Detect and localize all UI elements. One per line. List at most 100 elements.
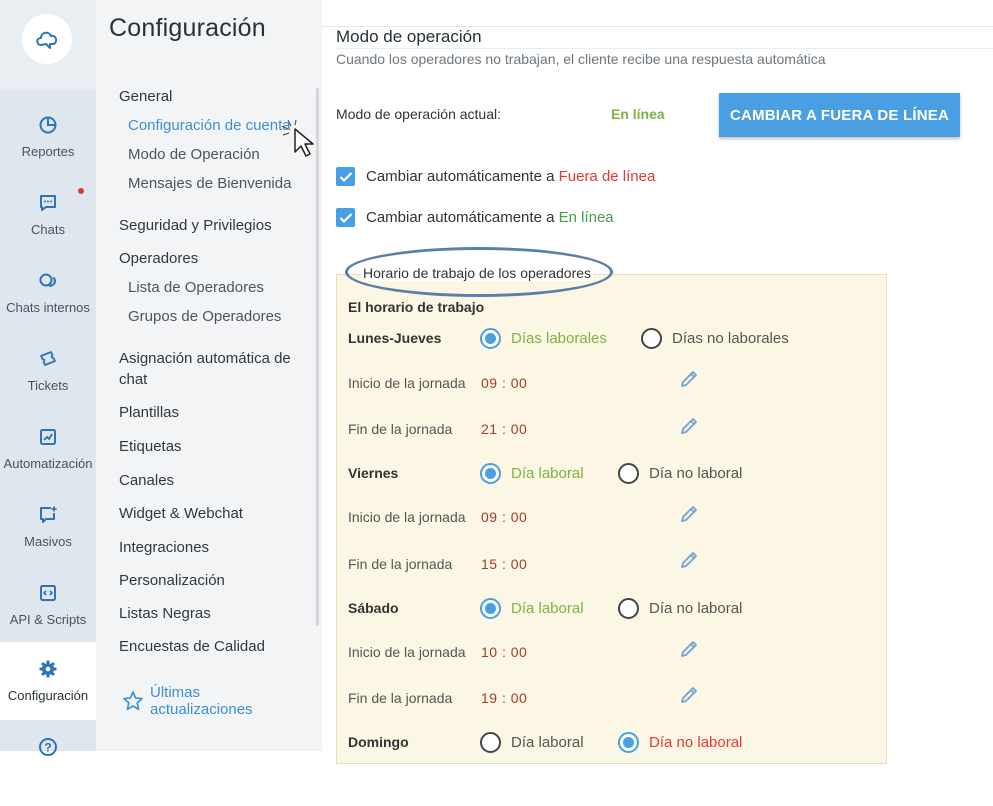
menu-item-widget-webchat[interactable]: Widget & Webchat bbox=[119, 505, 243, 522]
current-mode-value: En línea bbox=[611, 106, 665, 122]
cloud-logo-icon[interactable] bbox=[22, 14, 72, 64]
day-lunes-jueves: Lunes-Jueves bbox=[348, 330, 442, 346]
settings-menu: Configuración General Configuración de c… bbox=[96, 0, 322, 751]
nav-label: Chats internos bbox=[6, 300, 90, 315]
current-mode-label: Modo de operación actual: bbox=[336, 106, 501, 122]
main-content: Modo de operación Cuando los operadores … bbox=[322, 0, 993, 764]
radio-viernes-laboral[interactable]: Día laboral bbox=[480, 463, 584, 484]
radio-domingo-laboral[interactable]: Día laboral bbox=[480, 732, 584, 753]
help-icon: ? bbox=[38, 734, 58, 760]
radio-viernes-no-laboral[interactable]: Día no laboral bbox=[618, 463, 742, 484]
highlight-ellipse bbox=[345, 247, 613, 297]
broadcast-icon bbox=[38, 502, 58, 528]
app-nav-rail: Reportes Chats Chats internos Tickets Au… bbox=[0, 0, 96, 756]
radio-lunes-jueves-no-laboral[interactable]: Días no laborales bbox=[641, 328, 789, 349]
menu-item-personalizacion[interactable]: Personalización bbox=[119, 572, 225, 589]
edit-pencil-icon[interactable] bbox=[678, 415, 700, 437]
nav-tickets[interactable]: Tickets bbox=[0, 340, 96, 418]
start-time: 09 : 00 bbox=[481, 509, 528, 525]
start-time: 10 : 00 bbox=[481, 644, 528, 660]
menu-scrollbar[interactable] bbox=[316, 88, 319, 626]
nav-label: Tickets bbox=[27, 378, 69, 393]
chat-bubble-icon bbox=[38, 190, 58, 216]
menu-item-canales[interactable]: Canales bbox=[119, 472, 174, 489]
menu-group-operadores[interactable]: Operadores bbox=[119, 250, 198, 267]
schedule-title: El horario de trabajo bbox=[348, 299, 485, 315]
updates-link[interactable]: Últimas actualizaciones bbox=[122, 684, 270, 718]
menu-item-plantillas[interactable]: Plantillas bbox=[119, 404, 179, 421]
nav-label: Chats bbox=[31, 222, 65, 237]
menu-item-mensajes-de-bienvenida[interactable]: Mensajes de Bienvenida bbox=[128, 175, 291, 192]
nav-label: Reportes bbox=[21, 144, 75, 159]
star-icon bbox=[122, 690, 144, 717]
end-label: Fin de la jornada bbox=[348, 556, 453, 572]
day-domingo: Domingo bbox=[348, 734, 409, 750]
start-label: Inicio de la jornada bbox=[348, 644, 466, 660]
nav-label: Configuración bbox=[7, 688, 89, 703]
nav-label: Masivos bbox=[24, 534, 72, 549]
svg-text:?: ? bbox=[44, 741, 51, 755]
end-time: 15 : 00 bbox=[481, 556, 528, 572]
auto-offline-checkbox-row[interactable]: Cambiar automáticamente a Fuera de línea bbox=[336, 167, 655, 186]
radio-sabado-no-laboral[interactable]: Día no laboral bbox=[618, 598, 742, 619]
nav-help[interactable]: ? bbox=[0, 728, 96, 806]
edit-pencil-icon[interactable] bbox=[678, 684, 700, 706]
divider bbox=[336, 48, 993, 49]
menu-item-seguridad[interactable]: Seguridad y Privilegios bbox=[119, 217, 272, 234]
section-title: Modo de operación bbox=[336, 27, 482, 46]
page-title: Configuración bbox=[109, 14, 266, 42]
menu-item-configuracion-de-cuenta[interactable]: Configuración de cuenta bbox=[128, 117, 291, 134]
end-time: 21 : 00 bbox=[481, 421, 528, 437]
updates-label: Últimas actualizaciones bbox=[150, 684, 253, 718]
edit-pencil-icon[interactable] bbox=[678, 549, 700, 571]
edit-pencil-icon[interactable] bbox=[678, 503, 700, 525]
end-label: Fin de la jornada bbox=[348, 690, 453, 706]
auto-online-checkbox[interactable] bbox=[336, 208, 355, 227]
menu-item-integraciones[interactable]: Integraciones bbox=[119, 539, 209, 556]
logo-area bbox=[0, 0, 96, 90]
day-viernes: Viernes bbox=[348, 465, 399, 481]
nav-label: Automatización bbox=[3, 456, 93, 471]
radio-lunes-jueves-laboral[interactable]: Días laborales bbox=[480, 328, 607, 349]
nav-reportes[interactable]: Reportes bbox=[0, 106, 96, 184]
nav-label: API & Scripts bbox=[9, 612, 87, 627]
edit-pencil-icon[interactable] bbox=[678, 368, 700, 390]
start-label: Inicio de la jornada bbox=[348, 509, 466, 525]
day-sabado: Sábado bbox=[348, 600, 399, 616]
auto-offline-label: Cambiar automáticamente a Fuera de línea bbox=[366, 168, 656, 185]
nav-api-scripts[interactable]: API & Scripts bbox=[0, 574, 96, 652]
auto-online-label: Cambiar automáticamente a En línea bbox=[366, 209, 614, 226]
gear-icon bbox=[38, 656, 58, 682]
end-label: Fin de la jornada bbox=[348, 421, 453, 437]
radio-domingo-no-laboral[interactable]: Día no laboral bbox=[618, 732, 742, 753]
menu-item-encuestas-de-calidad[interactable]: Encuestas de Calidad bbox=[119, 638, 265, 655]
start-label: Inicio de la jornada bbox=[348, 375, 466, 391]
menu-item-modo-de-operacion[interactable]: Modo de Operación bbox=[128, 146, 260, 163]
nav-chats[interactable]: Chats bbox=[0, 184, 96, 262]
auto-offline-checkbox[interactable] bbox=[336, 167, 355, 186]
radio-sabado-laboral[interactable]: Día laboral bbox=[480, 598, 584, 619]
edit-pencil-icon[interactable] bbox=[678, 638, 700, 660]
start-time: 09 : 00 bbox=[481, 375, 528, 391]
nav-configuracion[interactable]: Configuración bbox=[0, 642, 96, 720]
notification-dot bbox=[78, 188, 84, 194]
internal-chat-icon bbox=[38, 268, 58, 294]
menu-item-etiquetas[interactable]: Etiquetas bbox=[119, 438, 182, 455]
nav-masivos[interactable]: Masivos bbox=[0, 496, 96, 574]
menu-item-asignacion-automatica[interactable]: Asignación automática de chat bbox=[119, 348, 309, 390]
pie-chart-icon bbox=[38, 112, 58, 138]
auto-online-checkbox-row[interactable]: Cambiar automáticamente a En línea bbox=[336, 208, 614, 227]
nav-automatizacion[interactable]: Automatización bbox=[0, 418, 96, 496]
end-time: 19 : 00 bbox=[481, 690, 528, 706]
menu-item-grupos-de-operadores[interactable]: Grupos de Operadores bbox=[128, 308, 281, 325]
nav-chats-internos[interactable]: Chats internos bbox=[0, 262, 96, 340]
menu-item-listas-negras[interactable]: Listas Negras bbox=[119, 605, 211, 622]
section-description: Cuando los operadores no trabajan, el cl… bbox=[336, 51, 826, 67]
ticket-icon bbox=[38, 346, 58, 372]
automation-chart-icon bbox=[38, 424, 58, 450]
switch-offline-button[interactable]: CAMBIAR A FUERA DE LÍNEA bbox=[719, 93, 960, 137]
menu-item-lista-de-operadores[interactable]: Lista de Operadores bbox=[128, 279, 264, 296]
mouse-cursor-icon bbox=[280, 118, 326, 165]
menu-group-general[interactable]: General bbox=[119, 88, 172, 105]
code-icon bbox=[38, 580, 58, 606]
